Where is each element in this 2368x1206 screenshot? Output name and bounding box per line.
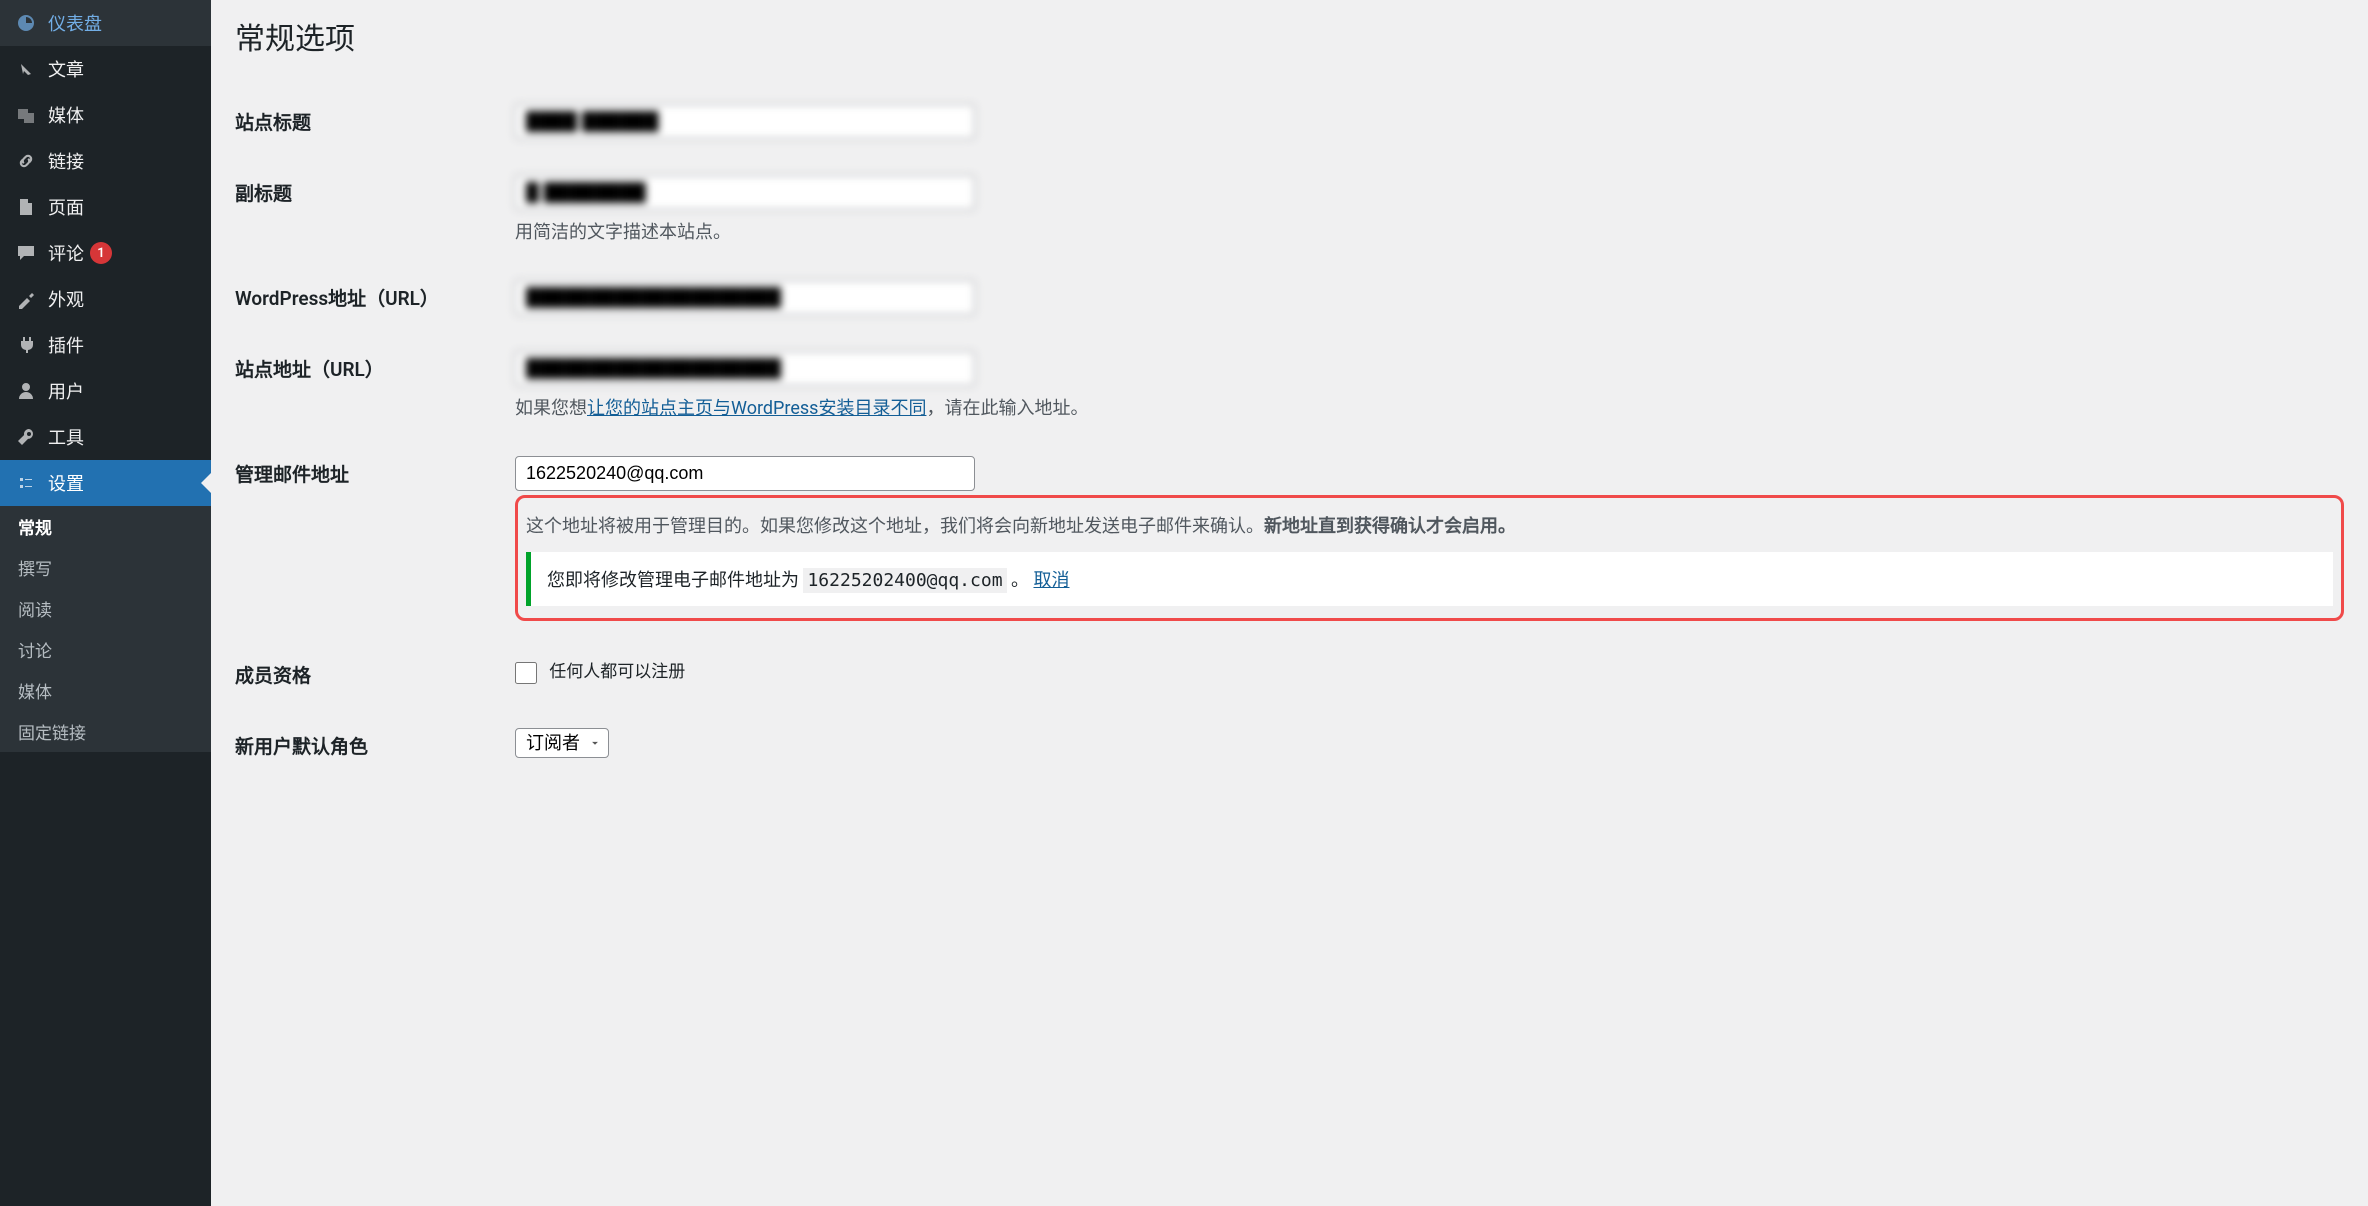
admin-email-highlight: 这个地址将被用于管理目的。如果您修改这个地址，我们将会向新地址发送电子邮件来确认… <box>515 495 2344 621</box>
submenu-general[interactable]: 常规 <box>0 506 211 547</box>
sidebar-item-label: 仪表盘 <box>48 10 102 36</box>
sidebar-item-label: 设置 <box>48 470 84 496</box>
sidebar-item-label: 媒体 <box>48 102 84 128</box>
sidebar-item-posts[interactable]: 文章 <box>0 46 211 92</box>
main-content: 常规选项 站点标题 副标题 用简洁的文字描述本站点。 WordPress地址（U… <box>211 0 2368 1206</box>
appearance-icon <box>14 287 38 311</box>
sidebar-item-dashboard[interactable]: 仪表盘 <box>0 0 211 46</box>
membership-label: 成员资格 <box>235 639 515 710</box>
sidebar-item-users[interactable]: 用户 <box>0 368 211 414</box>
page-icon <box>14 195 38 219</box>
wp-url-label: WordPress地址（URL） <box>235 262 515 333</box>
site-url-label: 站点地址（URL） <box>235 333 515 438</box>
submenu-permalinks[interactable]: 固定链接 <box>0 711 211 752</box>
site-title-input[interactable] <box>515 104 975 139</box>
pending-email-code: 16225202400@qq.com <box>803 568 1006 593</box>
site-url-help-link[interactable]: 让您的站点主页与WordPress安装目录不同 <box>587 398 926 419</box>
submenu-discussion[interactable]: 讨论 <box>0 629 211 670</box>
admin-email-description: 这个地址将被用于管理目的。如果您修改这个地址，我们将会向新地址发送电子邮件来确认… <box>526 512 2333 538</box>
site-title-label: 站点标题 <box>235 86 515 157</box>
admin-sidebar: 仪表盘 文章 媒体 链接 页面 评论 1 外观 插件 <box>0 0 211 1206</box>
sidebar-item-settings[interactable]: 设置 <box>0 460 211 506</box>
tagline-label: 副标题 <box>235 157 515 262</box>
wp-url-input[interactable] <box>515 280 975 315</box>
link-icon <box>14 149 38 173</box>
sidebar-item-label: 文章 <box>48 56 84 82</box>
admin-email-pending-notice: 您即将修改管理电子邮件地址为 16225202400@qq.com 。 取消 <box>526 552 2333 606</box>
tagline-description: 用简洁的文字描述本站点。 <box>515 218 2344 244</box>
sidebar-item-comments[interactable]: 评论 1 <box>0 230 211 276</box>
submenu-writing[interactable]: 撰写 <box>0 547 211 588</box>
media-icon <box>14 103 38 127</box>
sidebar-item-label: 链接 <box>48 148 84 174</box>
sidebar-item-label: 用户 <box>48 378 84 404</box>
membership-checkbox-label[interactable]: 任何人都可以注册 <box>515 662 685 682</box>
sidebar-item-media[interactable]: 媒体 <box>0 92 211 138</box>
admin-email-label: 管理邮件地址 <box>235 438 515 639</box>
pin-icon <box>14 57 38 81</box>
sidebar-item-label: 插件 <box>48 332 84 358</box>
settings-submenu: 常规 撰写 阅读 讨论 媒体 固定链接 <box>0 506 211 752</box>
sidebar-item-label: 页面 <box>48 194 84 220</box>
user-icon <box>14 379 38 403</box>
sidebar-item-appearance[interactable]: 外观 <box>0 276 211 322</box>
site-url-input[interactable] <box>515 351 975 386</box>
sidebar-item-links[interactable]: 链接 <box>0 138 211 184</box>
comments-badge: 1 <box>90 242 112 264</box>
sidebar-item-pages[interactable]: 页面 <box>0 184 211 230</box>
sidebar-item-tools[interactable]: 工具 <box>0 414 211 460</box>
submenu-media[interactable]: 媒体 <box>0 670 211 711</box>
page-title: 常规选项 <box>235 14 2344 58</box>
sidebar-item-label: 工具 <box>48 424 84 450</box>
default-role-select[interactable]: 订阅者 <box>515 728 609 758</box>
cancel-email-change-link[interactable]: 取消 <box>1033 570 1069 591</box>
dashboard-icon <box>14 11 38 35</box>
settings-icon <box>14 471 38 495</box>
sidebar-item-label: 评论 <box>48 240 84 266</box>
tool-icon <box>14 425 38 449</box>
plugin-icon <box>14 333 38 357</box>
site-url-description: 如果您想让您的站点主页与WordPress安装目录不同，请在此输入地址。 <box>515 394 2344 420</box>
membership-checkbox[interactable] <box>515 662 537 684</box>
sidebar-item-plugins[interactable]: 插件 <box>0 322 211 368</box>
comment-icon <box>14 241 38 265</box>
admin-email-input[interactable] <box>515 456 975 491</box>
submenu-reading[interactable]: 阅读 <box>0 588 211 629</box>
default-role-label: 新用户默认角色 <box>235 710 515 781</box>
tagline-input[interactable] <box>515 175 975 210</box>
sidebar-item-label: 外观 <box>48 286 84 312</box>
